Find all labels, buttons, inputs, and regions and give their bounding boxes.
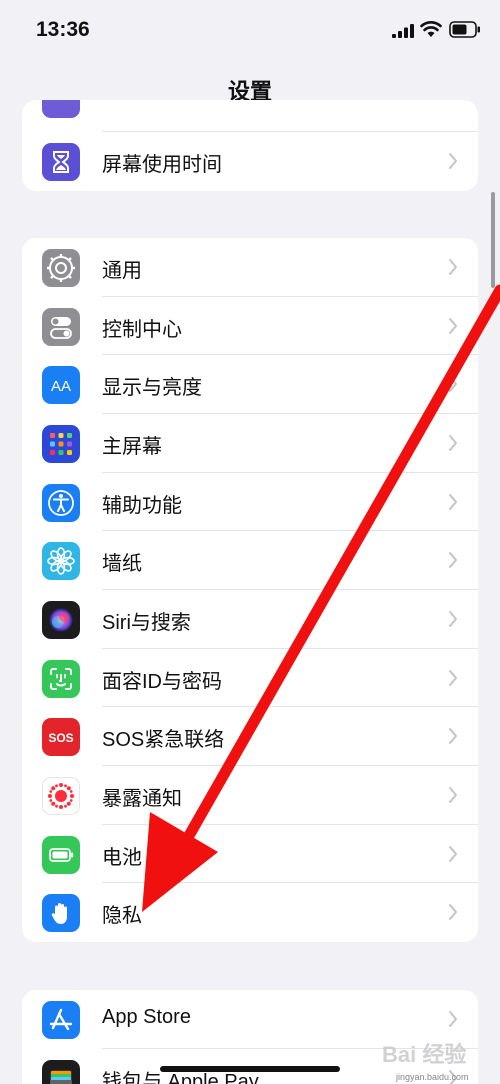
chevron-right-icon — [449, 845, 457, 862]
settings-row-exposure[interactable]: 暴露通知 — [22, 766, 478, 825]
settings-row-label: App Store — [102, 1006, 191, 1028]
chevron-right-icon — [449, 728, 457, 745]
settings-row-label: 暴露通知 — [102, 788, 182, 810]
face-id-icon — [42, 659, 80, 698]
settings-group-screen-time: 屏幕使用时间 — [22, 100, 478, 191]
chevron-right-icon — [449, 669, 457, 686]
chevron-right-icon — [449, 787, 457, 803]
gear-icon — [42, 249, 80, 287]
chevron-right-icon — [449, 153, 457, 169]
settings-row-sos[interactable]: SOS SOS紧急联络 — [22, 707, 478, 766]
toggles-icon — [42, 307, 80, 346]
settings-row-screen-time[interactable]: 屏幕使用时间 — [22, 132, 478, 191]
settings-row-label: 显示与亮度 — [102, 377, 202, 400]
watermark-url: jingyan.baidu.com — [396, 1072, 469, 1082]
settings-row-label: Siri与搜索 — [102, 612, 191, 634]
settings-row-label: SOS紧急联络 — [102, 729, 225, 752]
settings-row-label: 面容ID与密码 — [102, 670, 222, 693]
exposure-icon — [42, 777, 80, 815]
settings-row-general[interactable]: 通用 — [22, 238, 478, 297]
settings-screen: 13:36 设置 屏幕使用时间 通用 控制中心 AA 显示与亮度 主屏幕 辅助功… — [0, 0, 500, 1084]
battery-status-icon — [449, 21, 480, 38]
chevron-right-icon — [449, 611, 457, 627]
text-size-glyph: AA — [51, 378, 71, 395]
chevron-right-icon — [449, 1011, 457, 1027]
settings-row-wallpaper[interactable]: 墙纸 — [22, 531, 478, 590]
hand-icon — [42, 894, 80, 933]
chevron-right-icon — [449, 552, 457, 569]
settings-row-label: 屏幕使用时间 — [102, 154, 222, 176]
text-size-icon: AA — [42, 366, 80, 405]
chevron-right-icon — [449, 435, 457, 451]
settings-row-display[interactable]: AA 显示与亮度 — [22, 355, 478, 414]
hourglass-icon — [42, 143, 80, 181]
settings-row-battery[interactable]: 电池 — [22, 825, 478, 884]
partial-app-icon — [42, 100, 80, 118]
home-grid-icon — [42, 425, 80, 463]
sos-icon: SOS — [42, 718, 80, 757]
wifi-icon — [420, 21, 442, 37]
chevron-right-icon — [449, 493, 457, 510]
scroll-indicator[interactable] — [491, 192, 495, 288]
wallet-icon — [42, 1059, 80, 1084]
chevron-right-icon — [449, 376, 457, 393]
settings-row-label: 隐私 — [102, 905, 142, 928]
settings-row-label: 辅助功能 — [102, 494, 182, 517]
settings-row-home-screen[interactable]: 主屏幕 — [22, 414, 478, 473]
watermark-logo: Bai 经验 — [382, 1042, 466, 1067]
list-item-partial[interactable] — [22, 100, 478, 132]
flower-icon — [42, 542, 80, 581]
sos-glyph: SOS — [48, 731, 73, 745]
settings-row-control-center[interactable]: 控制中心 — [22, 297, 478, 356]
settings-group-main: 通用 控制中心 AA 显示与亮度 主屏幕 辅助功能 墙纸 Siri与搜索 面容I… — [22, 238, 478, 942]
settings-row-accessibility[interactable]: 辅助功能 — [22, 473, 478, 532]
cellular-signal-icon — [392, 24, 414, 38]
accessibility-icon — [42, 483, 80, 522]
settings-row-face-id[interactable]: 面容ID与密码 — [22, 649, 478, 708]
battery-icon — [42, 835, 80, 874]
chevron-right-icon — [449, 259, 457, 275]
settings-row-label: 通用 — [102, 260, 142, 282]
home-indicator[interactable] — [160, 1066, 340, 1072]
settings-row-label: 控制中心 — [102, 318, 182, 341]
settings-row-siri[interactable]: Siri与搜索 — [22, 590, 478, 649]
settings-row-label: 电池 — [102, 846, 142, 869]
settings-row-privacy[interactable]: 隐私 — [22, 883, 478, 942]
chevron-right-icon — [449, 904, 457, 921]
siri-icon — [42, 601, 80, 639]
settings-row-label: 主屏幕 — [102, 436, 162, 458]
app-store-icon — [42, 1001, 80, 1039]
status-time: 13:36 — [36, 18, 90, 41]
chevron-right-icon — [449, 317, 457, 334]
status-bar: 13:36 — [0, 0, 500, 62]
settings-row-label: 墙纸 — [102, 553, 142, 576]
